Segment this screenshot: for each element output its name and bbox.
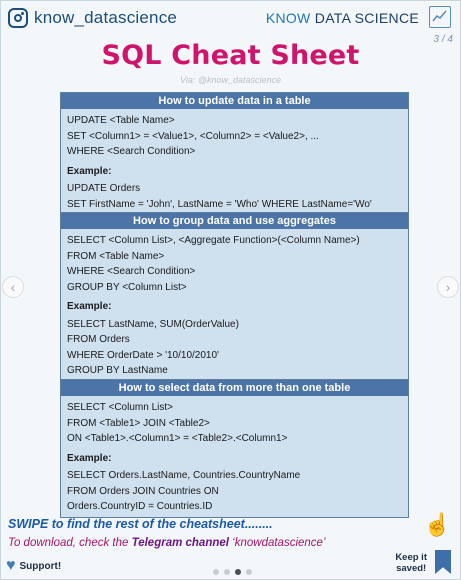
code-line: FROM Orders JOIN Countries ON — [67, 485, 219, 497]
keep-saved-label: Keep it saved! — [395, 552, 427, 574]
keep-line-1: Keep it — [395, 552, 427, 563]
next-slide-button[interactable]: › — [437, 276, 459, 298]
example-label: Example: — [67, 301, 112, 312]
section-body: SELECT <Column List>, <Aggregate Functio… — [61, 229, 408, 381]
support-label: Support! — [19, 560, 62, 572]
carousel-dot[interactable] — [246, 569, 252, 575]
section-body: UPDATE <Table Name> SET <Column1> = <Val… — [61, 109, 408, 214]
section-title: How to group data and use aggregates — [61, 213, 408, 229]
line-chart-icon — [429, 6, 451, 28]
download-note: To download, check the Telegram channel … — [8, 537, 326, 549]
support-button[interactable]: ♥ Support! — [6, 558, 61, 574]
keep-line-2: saved! — [396, 563, 427, 574]
code-line: SELECT <Column List>, <Aggregate Functio… — [67, 235, 360, 246]
swipe-prompt: SWIPE to find the rest of the cheatsheet… — [8, 517, 273, 531]
code-line: UPDATE <Table Name> — [67, 115, 175, 126]
section-title: How to select data from more than one ta… — [61, 380, 408, 396]
section-join: How to select data from more than one ta… — [60, 379, 409, 518]
carousel-dots — [213, 569, 252, 575]
section-update: How to update data in a table UPDATE <Ta… — [60, 92, 409, 215]
code-line: UPDATE Orders — [67, 183, 141, 194]
code-line: SELECT Orders.LastName, Countries.Countr… — [67, 470, 301, 481]
section-group-aggregate: How to group data and use aggregates SEL… — [60, 212, 409, 382]
code-line: SET FirstName = 'John', LastName = 'Who'… — [67, 198, 372, 210]
heart-icon: ♥ — [6, 557, 16, 574]
code-line: WHERE <Search Condition> — [67, 146, 196, 157]
brand-know-text: KNOW — [265, 10, 311, 26]
section-title: How to update data in a table — [61, 93, 408, 109]
code-line: WHERE <Search Condition> — [67, 266, 196, 277]
page-title: SQL Cheat Sheet — [101, 40, 360, 71]
carousel-dot[interactable] — [213, 569, 219, 575]
code-line: SET <Column1> = <Value1>, <Column2> = <V… — [67, 130, 319, 142]
code-line: WHERE OrderDate > '10/10/2010' — [67, 349, 219, 361]
code-line: GROUP BY <Column List> — [67, 281, 187, 293]
instagram-icon — [8, 8, 28, 28]
section-body: SELECT <Column List> FROM <Table1> JOIN … — [61, 396, 408, 517]
code-line: SELECT LastName, SUM(OrderValue) — [67, 318, 239, 330]
carousel-dot[interactable] — [224, 569, 230, 575]
chevron-right-icon: › — [445, 279, 451, 295]
chevron-left-icon: ‹ — [10, 279, 16, 295]
previous-slide-button[interactable]: ‹ — [2, 276, 24, 298]
telegram-channel-link[interactable]: Telegram channel — [132, 537, 229, 549]
code-line: GROUP BY LastName — [67, 365, 168, 376]
brand-ds-text: DATA SCIENCE — [314, 10, 419, 26]
download-suffix: ‘knowdatascience’ — [228, 537, 326, 549]
code-line: FROM Orders — [67, 334, 130, 345]
code-line: Orders.CountryID = Countries.ID — [67, 501, 213, 512]
brand-logo: KNOW DATA SCIENCE — [266, 10, 419, 26]
code-line: ON <Table1>.<Column1> = <Table2>.<Column… — [67, 433, 288, 444]
code-line: FROM <Table1> JOIN <Table2> — [67, 417, 210, 429]
via-credit: Via: @know_datascience — [179, 75, 282, 85]
carousel-dot-active[interactable] — [235, 569, 241, 575]
code-line: FROM <Table Name> — [67, 250, 165, 262]
example-label: Example: — [67, 165, 112, 177]
account-handle-text: know_datascience — [34, 8, 178, 27]
account-handle[interactable]: know_datascience — [8, 8, 177, 28]
code-line: SELECT <Column List> — [67, 402, 173, 413]
swipe-hand-icon: ☝ — [423, 512, 451, 537]
download-prefix: To download, check the — [8, 537, 132, 549]
example-label: Example: — [67, 452, 112, 464]
